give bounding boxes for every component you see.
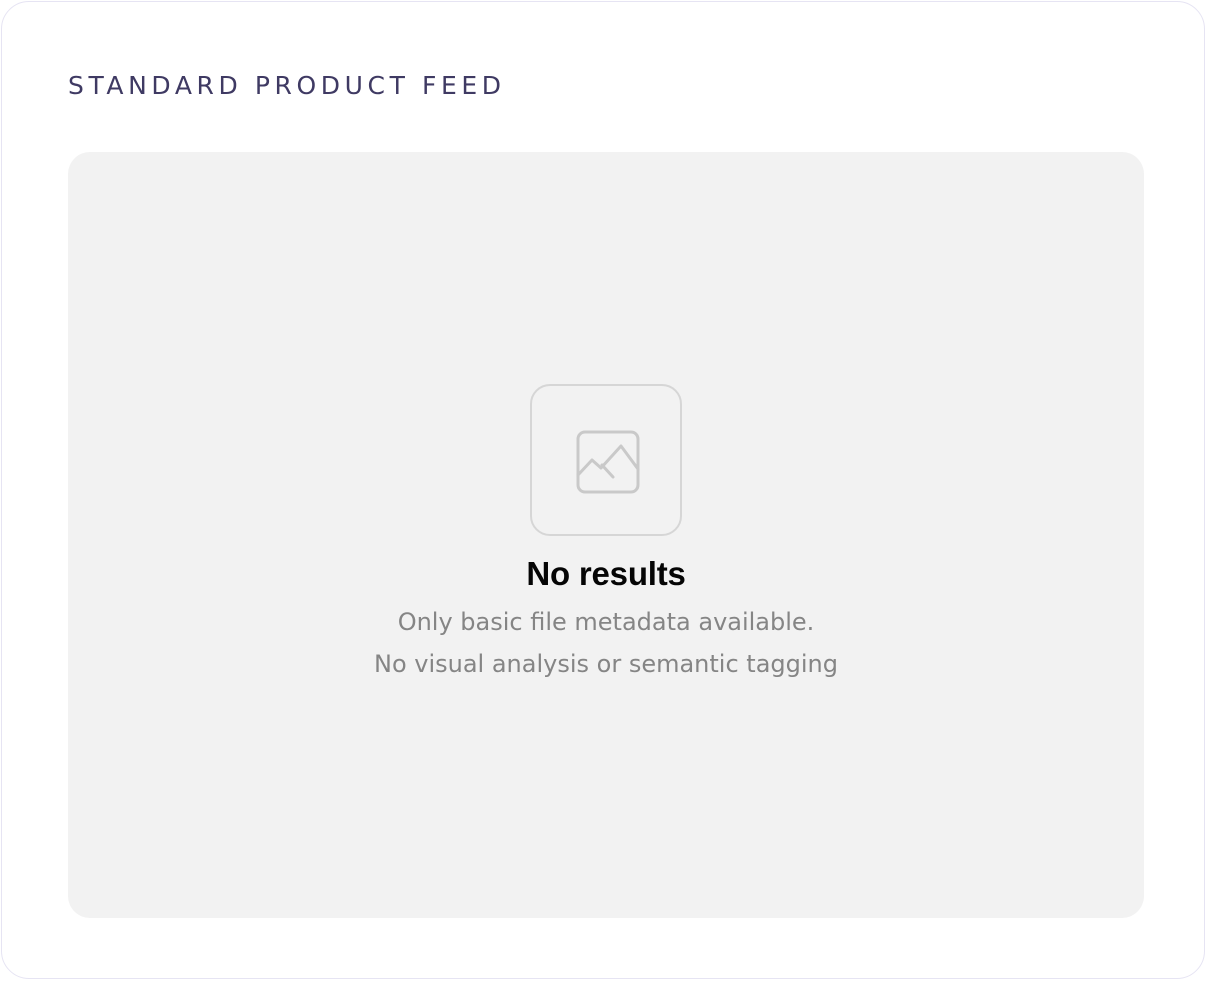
metadata-availability-text: Only basic file metadata available.	[397, 608, 815, 636]
no-results-title: No results	[526, 555, 686, 592]
analysis-unavailable-text: No visual analysis or semantic tagging	[373, 650, 838, 678]
empty-results-panel: No results Only basic file metadata avai…	[68, 152, 1144, 918]
image-placeholder-icon-box	[530, 384, 682, 536]
image-placeholder-icon	[576, 430, 640, 494]
product-feed-card: STANDARD PRODUCT FEED No results Only ba…	[1, 1, 1205, 979]
section-title: STANDARD PRODUCT FEED	[68, 71, 506, 100]
